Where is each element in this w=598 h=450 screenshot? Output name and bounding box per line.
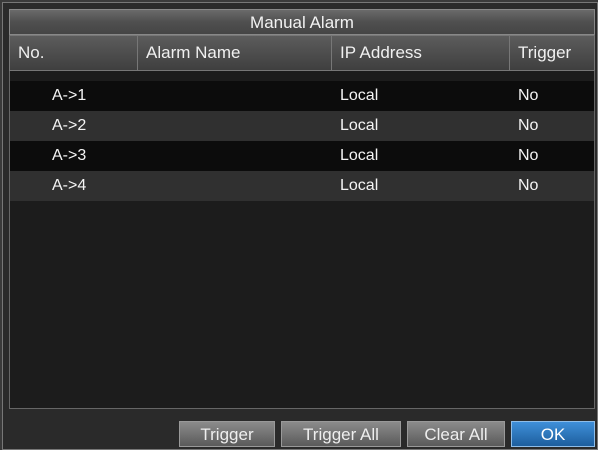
alarm-trigger-status: No [518, 147, 539, 164]
title-bar: Manual Alarm [9, 9, 595, 35]
alarm-trigger-status: No [518, 117, 539, 134]
alarm-trigger-status: No [518, 177, 539, 194]
alarm-ip: Local [340, 147, 379, 164]
column-header-no[interactable]: No. [10, 36, 138, 70]
column-header-alarm-name[interactable]: Alarm Name [138, 36, 332, 70]
alarm-no: A->2 [52, 117, 87, 134]
trigger-all-button[interactable]: Trigger All [281, 421, 401, 447]
table-header: No. Alarm Name IP Address Trigger [9, 35, 595, 71]
alarm-list: A->1 Local No A->2 Local No A->3 Local N… [9, 47, 595, 409]
column-header-ip-address[interactable]: IP Address [332, 36, 510, 70]
table-row[interactable]: A->3 Local No [10, 141, 594, 171]
alarm-ip: Local [340, 177, 379, 194]
alarm-no: A->1 [52, 87, 87, 104]
manual-alarm-dialog: Manual Alarm A->1 Local No A->2 Local No… [2, 2, 598, 450]
table-row[interactable]: A->2 Local No [10, 111, 594, 141]
table-row[interactable]: A->1 Local No [10, 81, 594, 111]
clear-all-button[interactable]: Clear All [407, 421, 505, 447]
alarm-ip: Local [340, 117, 379, 134]
table-row[interactable]: A->4 Local No [10, 171, 594, 201]
trigger-button[interactable]: Trigger [179, 421, 275, 447]
ok-button[interactable]: OK [511, 421, 595, 447]
dialog-title: Manual Alarm [250, 13, 354, 32]
alarm-trigger-status: No [518, 87, 539, 104]
alarm-no: A->3 [52, 147, 87, 164]
column-header-trigger[interactable]: Trigger [510, 36, 594, 70]
alarm-ip: Local [340, 87, 379, 104]
alarm-no: A->4 [52, 177, 87, 194]
